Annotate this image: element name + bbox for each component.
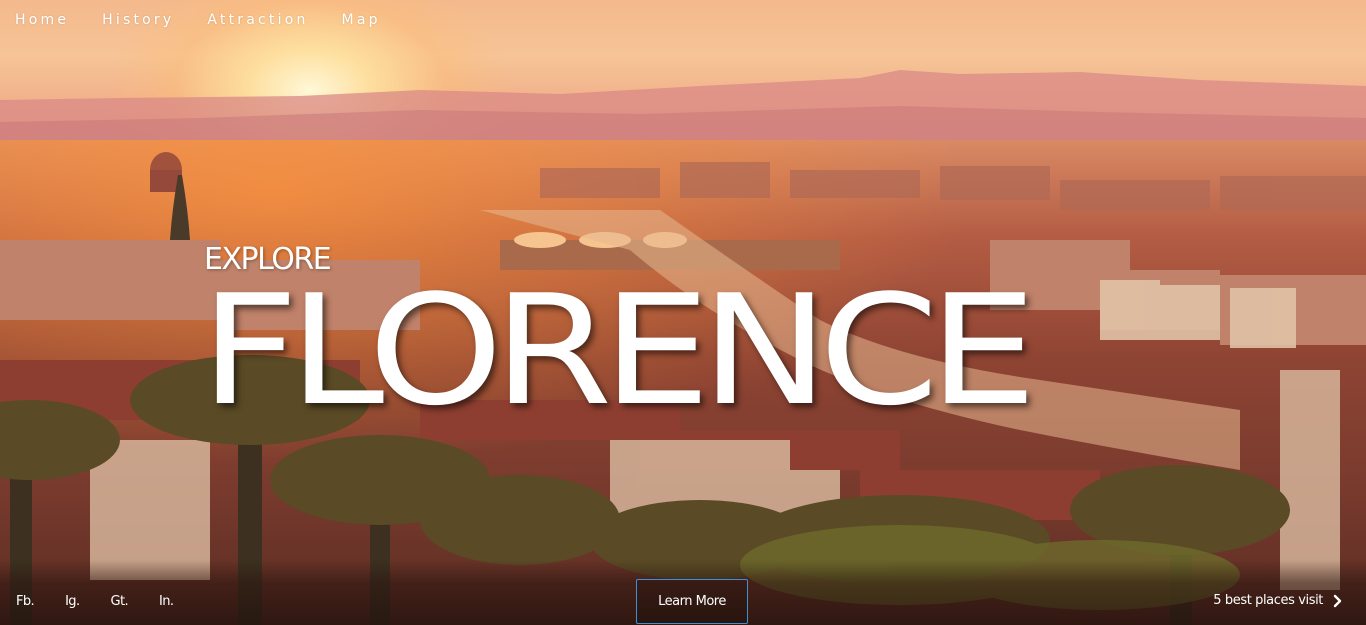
nav-attraction-link[interactable]: Attraction	[207, 12, 308, 28]
nav-history-link[interactable]: History	[102, 12, 174, 28]
instagram-link[interactable]: Ig.	[65, 594, 80, 609]
social-links: Fb. Ig. Gt. In.	[16, 594, 204, 609]
facebook-link[interactable]: Fb.	[16, 594, 35, 609]
best-places-label: 5 best places visit	[1213, 593, 1323, 608]
nav-home-link[interactable]: Home	[15, 12, 69, 28]
nav-map-link[interactable]: Map	[342, 12, 381, 28]
top-navigation: Home History Attraction Map	[15, 12, 414, 28]
hero-title: FLORENCE	[200, 262, 1037, 439]
github-link[interactable]: Gt.	[110, 594, 128, 609]
linkedin-link[interactable]: In.	[159, 594, 174, 609]
chevron-right-icon	[1333, 594, 1342, 607]
learn-more-button[interactable]: Learn More	[636, 579, 748, 624]
best-places-link[interactable]: 5 best places visit	[1213, 593, 1342, 608]
